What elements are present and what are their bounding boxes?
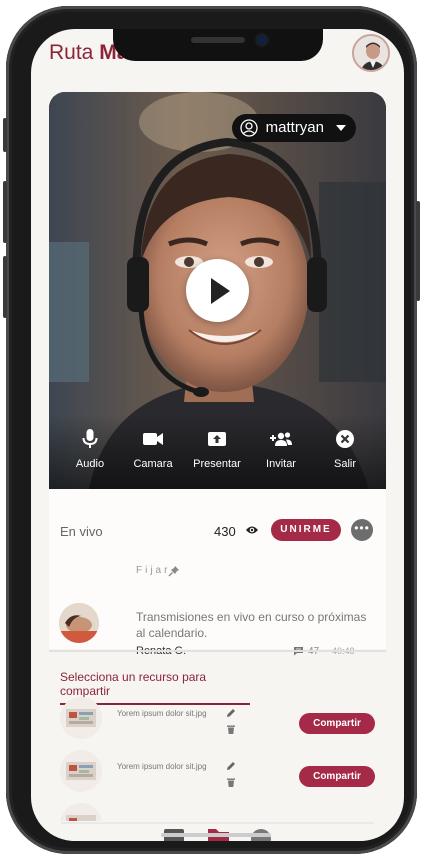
close-circle-icon xyxy=(336,430,354,448)
resource-thumbnail[interactable] xyxy=(60,697,102,739)
bottom-navigation xyxy=(31,821,404,841)
volume-up-button xyxy=(3,181,7,243)
present-screen-icon xyxy=(208,432,226,446)
home-indicator xyxy=(161,833,271,837)
volume-down-button xyxy=(3,256,7,318)
video-camera-icon xyxy=(143,433,163,445)
present-button[interactable]: Presentar xyxy=(185,426,249,470)
live-status: En vivo xyxy=(60,524,103,539)
exit-button[interactable]: Salir xyxy=(313,426,377,470)
chevron-down-icon xyxy=(336,125,346,131)
more-options-button[interactable]: ••• xyxy=(351,519,373,541)
invite-button[interactable]: Invitar xyxy=(249,426,313,470)
selected-user: mattryan xyxy=(265,119,324,136)
viewer-count: 430 xyxy=(214,524,236,539)
divider xyxy=(49,650,386,652)
microphone-icon xyxy=(82,429,98,448)
pin-label: Fijar xyxy=(136,565,171,576)
share-button[interactable]: Compartir xyxy=(299,713,375,734)
user-circle-icon xyxy=(239,119,258,137)
side-button xyxy=(3,118,7,152)
resource-filename: Yorem ipsum dolor sit.jpg xyxy=(117,709,207,718)
video-player[interactable]: mattryan Audio Camara Presentar Invitar … xyxy=(49,92,386,489)
pin-icon[interactable] xyxy=(168,565,180,577)
phone-frame: Ruta Ma mattryan Audio Camara Presentar … xyxy=(3,6,420,854)
resource-filename: Yorem ipsum dolor sit.jpg xyxy=(117,762,207,771)
resource-item: Yorem ipsum dolor sit.jpg Compartir xyxy=(60,697,376,743)
call-controls: Audio Camara Presentar Invitar Salir xyxy=(49,414,386,489)
user-select-dropdown[interactable]: mattryan xyxy=(231,114,356,142)
message-author-avatar[interactable] xyxy=(59,603,99,643)
trash-icon[interactable] xyxy=(226,777,236,788)
eye-icon xyxy=(246,526,258,534)
profile-avatar[interactable] xyxy=(352,34,390,72)
trash-icon[interactable] xyxy=(226,724,236,735)
power-button xyxy=(416,201,420,301)
play-icon xyxy=(211,278,230,304)
resource-thumbnail[interactable] xyxy=(60,750,102,792)
camera-button[interactable]: Camara xyxy=(121,426,185,470)
invite-users-icon xyxy=(270,432,292,446)
join-button[interactable]: UNIRME xyxy=(271,519,341,541)
app-screen: Ruta Ma mattryan Audio Camara Presentar … xyxy=(31,29,404,841)
pencil-icon[interactable] xyxy=(226,761,236,771)
share-button[interactable]: Compartir xyxy=(299,766,375,787)
notch xyxy=(113,29,323,61)
live-panel: En vivo 430 UNIRME ••• Fijar Transmision… xyxy=(49,489,386,657)
pinned-message-text: Transmisiones en vivo en curso o próxima… xyxy=(136,610,367,640)
resource-item: Yorem ipsum dolor sit.jpg Compartir xyxy=(60,750,376,796)
play-button[interactable] xyxy=(186,259,249,322)
pencil-icon[interactable] xyxy=(226,708,236,718)
audio-button[interactable]: Audio xyxy=(58,426,122,470)
